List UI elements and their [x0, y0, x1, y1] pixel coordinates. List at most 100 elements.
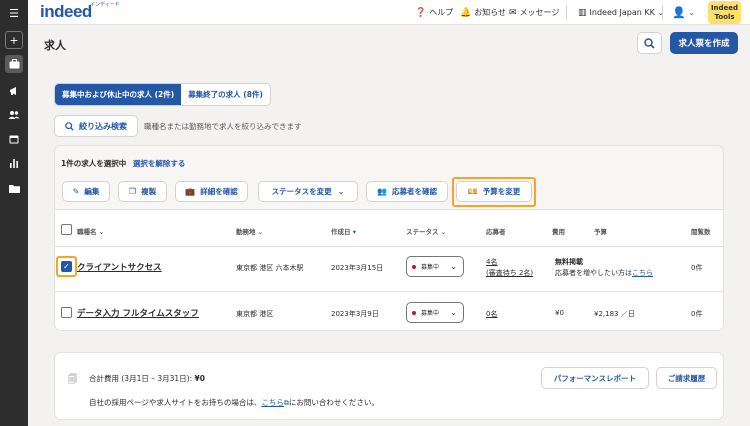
column-header-status[interactable]: ステータス ⌄ — [406, 226, 446, 236]
column-header-location[interactable]: 勤務地 ⌄ — [236, 226, 263, 236]
search-button[interactable] — [637, 32, 662, 54]
status-dropdown[interactable]: 募集中 ⌄ — [406, 302, 464, 323]
billing-card: 🗐 合計費用 (3月1日 – 3月31日): ¥0 自社の採用ページや求人サイト… — [54, 352, 724, 420]
envelope-icon: ✉ — [509, 7, 517, 18]
column-header-views: 閲覧数 — [691, 228, 711, 236]
change-status-label: ステータスを変更 — [271, 187, 332, 196]
view-applicants-label: 応募者を確認 — [391, 187, 437, 196]
row-divider — [55, 291, 723, 292]
calendar-icon[interactable] — [5, 130, 23, 148]
megaphone-icon[interactable] — [5, 82, 23, 100]
top-header: indeed インディード ❓ ヘルプ 🔔 お知らせ ✉ メッセージ ▥ Ind… — [28, 0, 750, 25]
performance-report-button[interactable]: パフォーマンスレポート — [541, 367, 649, 389]
job-location: 東京都 港区 六本木駅 — [236, 264, 304, 272]
indeed-logo[interactable]: indeed — [40, 2, 92, 22]
budget-value: ¥2,183 ／日 — [594, 310, 635, 318]
header-divider — [55, 246, 723, 247]
filter-hint: 職種名または勤務地で求人を絞り込みできます — [144, 122, 302, 131]
status-label: 募集中 — [421, 264, 440, 271]
tools-label-line1: Indeed — [710, 4, 739, 12]
jobs-table-card: 1件の求人を選択中 選択を解除する ✎ 編集 ❐ 複製 💼 詳細を確認 ステータ… — [54, 145, 724, 331]
help-label: ヘルプ — [429, 8, 454, 17]
filter-search-button[interactable]: 絞り込み検索 — [54, 115, 138, 137]
filter-button-label: 絞り込み検索 — [79, 121, 127, 131]
messages-link[interactable]: ✉ メッセージ — [509, 0, 559, 25]
selection-count: 1件の求人を選択中 — [61, 159, 127, 168]
help-link[interactable]: ❓ ヘルプ — [415, 0, 453, 25]
messages-label: メッセージ — [519, 8, 560, 17]
chevron-down-icon: ⌄ — [450, 262, 457, 271]
tab-closed[interactable]: 募集終了の求人 (8件) — [181, 84, 270, 105]
building-icon: ▥ — [578, 7, 587, 18]
status-dot — [412, 264, 416, 269]
copy-icon: ❐ — [128, 187, 137, 196]
job-title-link[interactable]: クライアントサクセス — [77, 261, 162, 273]
status-label: 募集中 — [421, 310, 440, 317]
details-label: 詳細を確認 — [200, 187, 238, 196]
details-button[interactable]: 💼 詳細を確認 — [175, 181, 248, 202]
view-applicants-button[interactable]: 👥 応募者を確認 — [366, 181, 448, 202]
briefcase-icon[interactable] — [5, 55, 23, 73]
column-header-budget: 予算 — [594, 228, 607, 236]
selection-status: 1件の求人を選択中 選択を解除する — [61, 158, 185, 169]
applicants-pending-link[interactable]: (審査待ち 2名) — [486, 268, 533, 278]
indeed-tools-button[interactable]: Indeed Tools — [708, 1, 741, 24]
cost-value: 無料掲載 — [555, 258, 583, 266]
create-job-button[interactable]: 求人票を作成 — [670, 32, 738, 54]
header-divider — [566, 5, 567, 20]
select-all-checkbox[interactable] — [61, 224, 72, 235]
row-checkbox[interactable] — [61, 307, 72, 318]
bar-chart-icon[interactable] — [5, 154, 23, 172]
company-name: Indeed Japan KK — [589, 8, 655, 17]
job-location: 東京都 港区 — [236, 310, 274, 318]
chevron-down-icon: ⌄ — [337, 187, 345, 196]
status-dropdown[interactable]: 募集中 ⌄ — [406, 256, 464, 277]
cost-value: ¥0 — [555, 309, 564, 317]
left-rail: ☰ + — [0, 0, 28, 426]
total-cost-label: 合計費用 (3月1日 – 3月31日): — [89, 374, 193, 383]
change-status-button[interactable]: ステータスを変更 ⌄ — [258, 181, 358, 202]
column-header-title[interactable]: 職種名 ⌄ — [77, 226, 104, 236]
header-divider — [662, 5, 663, 20]
help-icon: ❓ — [415, 7, 427, 18]
applicants-count-link[interactable]: 4名 — [486, 257, 497, 267]
budget-upsell-link[interactable]: こちら — [632, 269, 653, 277]
edit-label: 編集 — [84, 187, 100, 196]
pencil-icon: ✎ — [72, 187, 80, 196]
search-icon — [644, 37, 655, 49]
contact-link[interactable]: こちら — [261, 398, 284, 407]
job-created-date: 2023年3月9日 — [331, 310, 379, 318]
selection-bar: 1件の求人を選択中 選択を解除する ✎ 編集 ❐ 複製 💼 詳細を確認 ステータ… — [55, 146, 723, 210]
account-menu[interactable]: 👤 ⌄ — [672, 0, 695, 25]
job-title-link[interactable]: データ入力 フルタイムスタッフ — [77, 307, 199, 319]
bell-icon: 🔔 — [460, 7, 472, 18]
notifications-link[interactable]: 🔔 お知らせ — [460, 0, 506, 25]
job-created-date: 2023年3月15日 — [331, 264, 384, 272]
edit-button[interactable]: ✎ 編集 — [62, 181, 110, 202]
menu-icon[interactable]: ☰ — [5, 4, 23, 22]
views-count: 0件 — [691, 264, 703, 272]
clear-selection-link[interactable]: 選択を解除する — [133, 159, 186, 168]
views-count: 0件 — [691, 310, 703, 318]
column-header-applicants: 応募者 — [486, 228, 506, 236]
applicants-count-link[interactable]: 0名 — [486, 309, 497, 319]
tab-open-paused[interactable]: 募集中および休止中の求人 (2件) — [55, 84, 182, 105]
page-title: 求人 — [44, 39, 66, 52]
people-icon[interactable] — [5, 106, 23, 124]
checkbox-highlight — [56, 256, 77, 277]
copy-button[interactable]: ❐ 複製 — [118, 181, 167, 202]
contact-note: 自社の採用ページや求人サイトをお持ちの場合は、こちら⧉にお問い合わせください。 — [89, 398, 379, 407]
chevron-down-icon: ⌄ — [688, 8, 695, 17]
column-header-created[interactable]: 作成日 ▾ — [331, 226, 356, 236]
budget-upsell: 応募者を増やしたい方はこちら — [555, 269, 653, 277]
billing-history-button[interactable]: ご請求履歴 — [656, 367, 717, 389]
plus-icon[interactable]: + — [5, 31, 23, 49]
invoice-icon: 🗐 — [68, 375, 77, 385]
chevron-down-icon: ⌄ — [450, 308, 457, 317]
total-cost: 合計費用 (3月1日 – 3月31日): ¥0 — [89, 373, 205, 384]
folder-icon[interactable] — [5, 179, 23, 197]
company-switcher[interactable]: ▥ Indeed Japan KK ⌄ — [578, 0, 664, 25]
user-icon: 👤 — [672, 6, 686, 19]
budget-highlight — [452, 177, 536, 207]
search-icon — [65, 121, 74, 131]
